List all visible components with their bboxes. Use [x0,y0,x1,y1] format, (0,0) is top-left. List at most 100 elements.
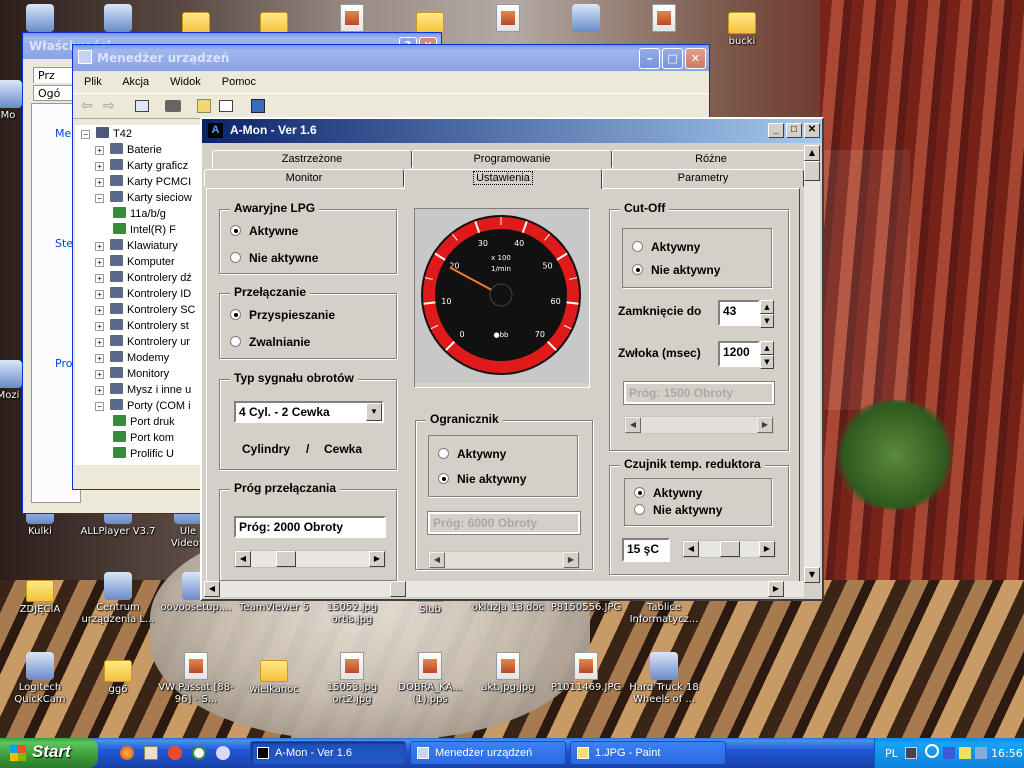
close-button[interactable]: ✕ [804,123,820,138]
tab-rozne[interactable]: Różne [612,150,810,168]
tree-item[interactable]: + Kontrolery st [81,319,205,335]
tree-item[interactable]: Port kom [81,431,205,447]
radio-ogranicznik-nie-aktywny[interactable]: Nie aktywny [438,472,526,486]
properties-icon[interactable] [219,100,233,112]
desktop-icon-27[interactable]: DOBRA_KA... (1).pps [392,652,468,706]
desktop-icon-22[interactable]: Logitech QuickCam [2,652,78,706]
quicklaunch-icon[interactable] [144,746,158,760]
task-paint[interactable]: 1.JPG - Paint [570,741,726,765]
firefox-icon[interactable] [120,746,134,760]
opera-icon[interactable] [168,746,182,760]
arrow-right-icon[interactable]: ▶ [369,551,385,567]
tray-icon[interactable] [959,747,971,759]
back-icon[interactable]: ⇦ [81,98,93,114]
arrow-down-icon[interactable]: ▼ [804,567,820,583]
desktop-icon-7[interactable] [548,4,624,34]
desktop-icon-29[interactable]: P1011469.JPG [548,652,624,694]
chevron-down-icon[interactable]: ▼ [366,403,382,421]
tree-item[interactable]: + Kontrolery SC [81,303,205,319]
collapse-icon[interactable]: − [95,402,104,411]
collapse-icon[interactable]: − [95,194,104,203]
expand-icon[interactable]: + [95,370,104,379]
amon-titlebar[interactable]: A A-Mon - Ver 1.6 _ □ ✕ [202,119,822,143]
horizontal-scrollbar[interactable]: ◀ ▶ [204,581,804,597]
tree-item[interactable]: + Klawiatury [81,239,205,255]
arrow-right-icon[interactable]: ▶ [759,541,775,557]
tab-ustawienia[interactable]: Ustawienia [404,169,602,189]
arrow-up-icon[interactable]: ▲ [804,145,820,161]
tree-item[interactable]: + Modemy [81,351,205,367]
switch-threshold-slider[interactable]: ◀ ▶ [234,550,386,568]
expand-icon[interactable]: + [95,146,104,155]
network-icon[interactable] [925,744,939,758]
volume-icon[interactable] [975,747,987,759]
desktop-icon-1[interactable] [80,4,156,34]
vertical-scrollbar[interactable]: ▲ ▼ [804,145,820,583]
zwloka-spinner[interactable]: ▲ ▼ [760,341,774,369]
radio-zwalnianie[interactable]: Zwalnianie [230,335,310,349]
radio-przyspieszanie[interactable]: Przyspieszanie [230,308,335,322]
desktop-icon-8[interactable] [626,4,702,34]
tree-item[interactable]: + Baterie [81,143,205,159]
menu-pomoc[interactable]: Pomoc [222,76,256,88]
expand-icon[interactable]: + [95,322,104,331]
arrow-right-icon[interactable]: ▶ [757,417,773,433]
print-icon[interactable] [165,100,181,112]
device-tree[interactable]: − T42 + Baterie + Karty graficz + Karty PCMCI −… [75,125,205,465]
tree-item[interactable]: + Kontrolery dź [81,271,205,287]
expand-icon[interactable]: + [95,258,104,267]
spin-down-icon[interactable]: ▼ [760,355,774,369]
zamkniecie-input[interactable]: 43 [718,300,760,326]
menu-plik[interactable]: Plik [84,76,102,88]
signal-type-select[interactable]: 4 Cyl. - 2 Cewka ▼ [234,401,384,423]
scroll-thumb[interactable] [804,161,820,181]
radio-czujnik-nie-aktywny[interactable]: Nie aktywny [634,503,722,517]
expand-icon[interactable]: + [95,274,104,283]
expand-icon[interactable]: + [95,354,104,363]
scroll-thumb[interactable] [390,581,406,597]
radio-cutoff-nie-aktywny[interactable]: Nie aktywny [632,263,720,277]
arrow-left-icon[interactable]: ◀ [683,541,699,557]
maximize-button[interactable]: □ [786,123,802,138]
tree-root[interactable]: − T42 [81,127,205,143]
temperature-slider[interactable]: ◀ ▶ [682,540,776,558]
maximize-button[interactable]: □ [662,48,683,69]
slider-thumb[interactable] [720,541,740,557]
radio-awaryjne-aktywne[interactable]: Aktywne [230,224,298,238]
expand-icon[interactable]: + [95,338,104,347]
scan-hardware-icon[interactable] [251,99,265,113]
tree-item[interactable]: Intel(R) F [81,223,205,239]
clock[interactable]: 16:56 [991,747,1023,760]
radio-ogranicznik-aktywny[interactable]: Aktywny [438,447,506,461]
desktop-icon-9[interactable]: bucki [704,4,780,48]
tree-item[interactable]: − Porty (COM i [81,399,205,415]
radio-awaryjne-nie-aktywne[interactable]: Nie aktywne [230,251,318,265]
tab-zastrzezone[interactable]: Zastrzeżone [212,150,412,168]
desktop-icon-14[interactable]: Centrum urządzenia L... [80,572,156,626]
device-manager-titlebar[interactable]: Menedżer urządzeń – □ ✕ [73,45,709,71]
expand-icon[interactable]: + [95,162,104,171]
close-button[interactable]: ✕ [685,48,706,69]
menu-widok[interactable]: Widok [170,76,201,88]
start-button[interactable]: Start [0,738,98,768]
desktop-icon-24[interactable]: VW Passat [88-96] - S... [158,652,234,706]
desktop-icon-4[interactable] [314,4,390,34]
amon-window[interactable]: A A-Mon - Ver 1.6 _ □ ✕ Zastrzeżone Prog… [200,117,824,601]
tree-item[interactable]: + Karty graficz [81,159,205,175]
desktop-icon-30[interactable]: Hard Truck 18 Wheels of ... [626,652,702,706]
spin-up-icon[interactable]: ▲ [760,341,774,355]
tree-item[interactable]: + Monitory [81,367,205,383]
tab-parametry[interactable]: Parametry [602,169,804,187]
zamkniecie-spinner[interactable]: ▲ ▼ [760,300,774,328]
tree-item[interactable]: − Karty sieciow [81,191,205,207]
zwloka-input[interactable]: 1200 [718,341,760,367]
tree-item[interactable]: + Kontrolery ur [81,335,205,351]
arrow-right-icon[interactable]: ▶ [768,581,784,597]
tree-item[interactable]: + Mysz i inne u [81,383,205,399]
desktop-icon-13[interactable]: ZDJĘCIA [2,572,78,616]
expand-icon[interactable]: + [95,306,104,315]
desktop-icon-23[interactable]: gg6 [80,652,156,696]
keyboard-icon[interactable] [905,747,917,759]
minimize-button[interactable]: – [639,48,660,69]
arrow-left-icon[interactable]: ◀ [204,581,220,597]
